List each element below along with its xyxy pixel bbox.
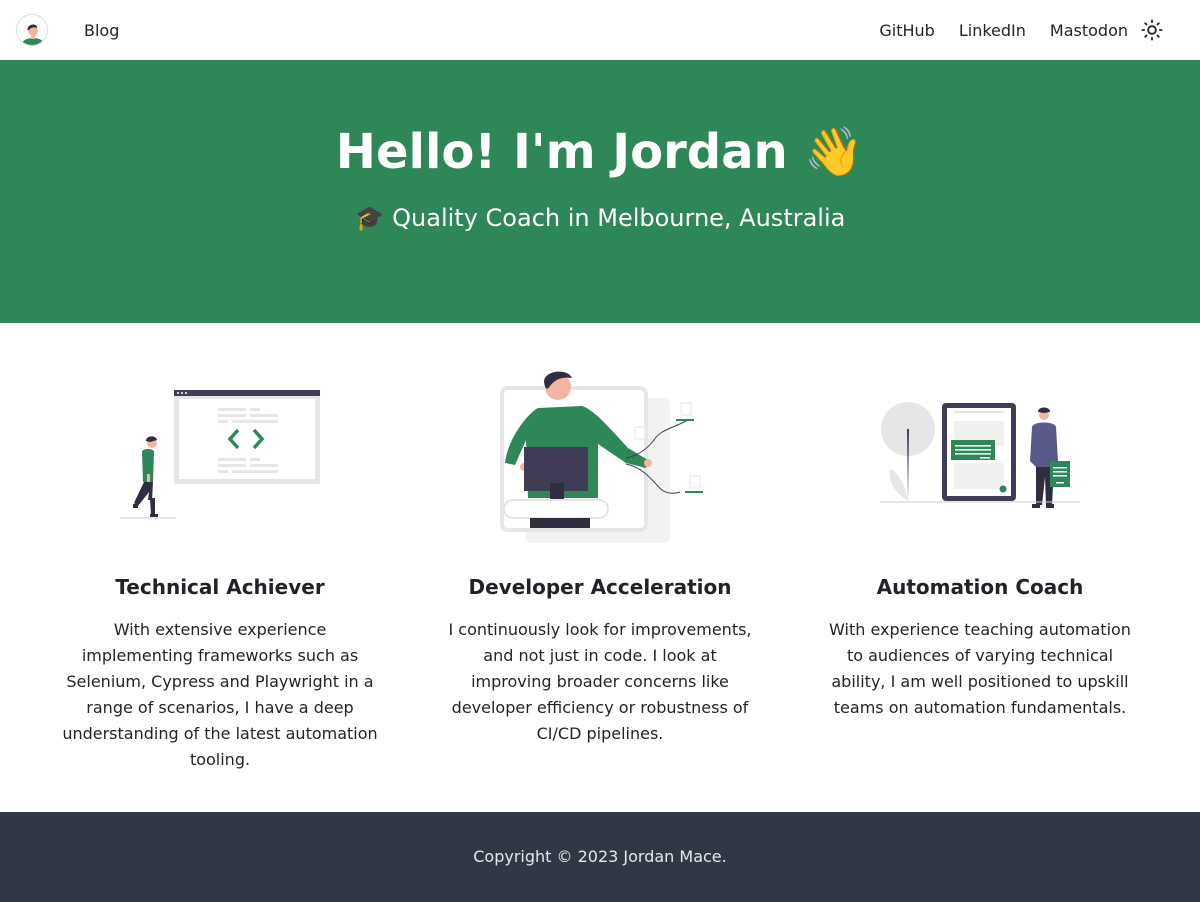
illustration-code-window (40, 323, 400, 575)
feature-card-developer-acceleration: Developer Acceleration I continuously lo… (420, 323, 780, 812)
hero-subtitle: 🎓 Quality Coach in Melbourne, Australia (354, 204, 846, 232)
feature-description: With experience teaching automation to a… (829, 620, 1131, 717)
feature-description: With extensive experience implementing f… (62, 620, 378, 769)
illustration-developer (420, 323, 780, 575)
feature-title: Technical Achiever (115, 575, 325, 599)
feature-description: I continuously look for improvements, an… (448, 620, 752, 743)
feature-title: Developer Acceleration (468, 575, 732, 599)
sun-icon (1141, 19, 1163, 41)
nav-blog-link[interactable]: Blog (84, 21, 119, 40)
copyright-text: Copyright © 2023 Jordan Mace. (473, 847, 727, 866)
nav-github-link[interactable]: GitHub (879, 21, 934, 40)
top-nav: Blog GitHub LinkedIn Mastodon (0, 0, 1200, 60)
hero-title: Hello! I'm Jordan 👋 (335, 124, 865, 180)
avatar-icon (17, 15, 47, 45)
nav-linkedin-link[interactable]: LinkedIn (959, 21, 1026, 40)
nav-mastodon-link[interactable]: Mastodon (1050, 21, 1128, 40)
theme-toggle-button[interactable] (1140, 18, 1164, 42)
developer-illustration (500, 371, 703, 543)
feature-title: Automation Coach (876, 575, 1084, 599)
page-footer: Copyright © 2023 Jordan Mace. (0, 812, 1200, 902)
features-section: Technical Achiever With extensive experi… (0, 323, 1200, 812)
hero-banner: Hello! I'm Jordan 👋 🎓 Quality Coach in M… (0, 60, 1200, 323)
tablet-illustration (880, 402, 1080, 508)
code-window-illustration (120, 390, 320, 519)
feature-card-technical-achiever: Technical Achiever With extensive experi… (40, 323, 400, 812)
feature-card-automation-coach: Automation Coach With experience teachin… (800, 323, 1160, 812)
nav-right: GitHub LinkedIn Mastodon (855, 0, 1164, 60)
avatar[interactable] (16, 14, 48, 46)
illustration-tablet (800, 323, 1160, 575)
